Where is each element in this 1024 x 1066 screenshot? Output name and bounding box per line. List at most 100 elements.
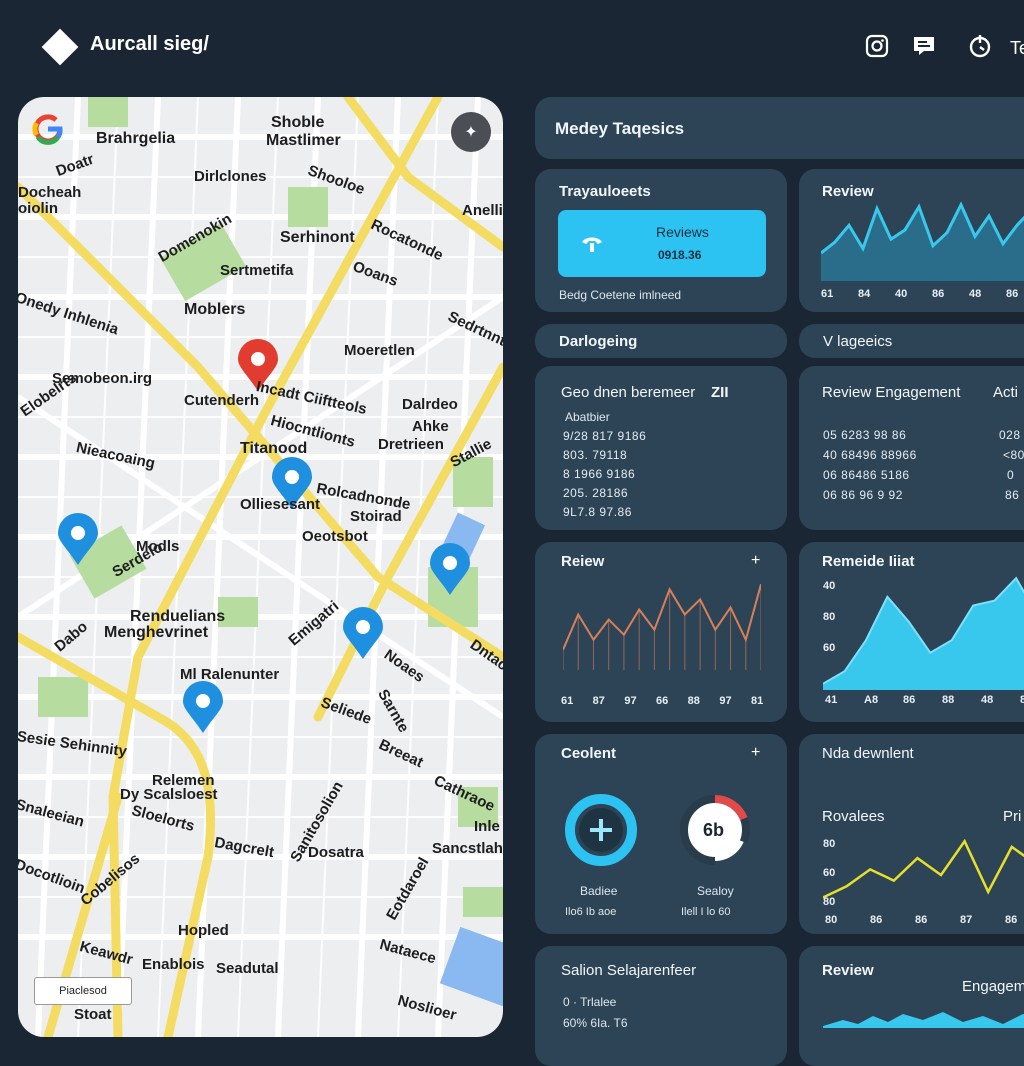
add-icon[interactable]: + <box>751 744 760 762</box>
map-label: Anellil <box>462 203 503 219</box>
darlogeing-label: Darlogeing <box>559 333 637 350</box>
remeide-title: Remeide Iiiat <box>822 553 915 570</box>
x-tick-label: 86 <box>915 914 927 926</box>
app-title: Aurcall sieg/ <box>90 33 209 56</box>
y-tick-label: 60 <box>823 867 835 879</box>
review-bottom-title: Review <box>822 962 874 979</box>
map-label: Stoat <box>74 1007 112 1023</box>
map-pin-blue-icon[interactable] <box>183 681 223 733</box>
map-label: Moblers <box>184 302 245 318</box>
v-lageeics-tab[interactable]: V lageeics <box>799 324 1024 358</box>
salion-row: 0 · Trlalee <box>563 995 616 1009</box>
review-mid-title: Reiew <box>561 553 604 570</box>
map-pin-blue-icon[interactable] <box>343 607 383 659</box>
compass-button[interactable]: ✦ <box>451 112 491 152</box>
reviews-button[interactable]: Reviews 0918.36 <box>558 210 766 277</box>
reviews-button-label: Reviews <box>656 224 709 240</box>
v-lageeics-label: V lageeics <box>823 333 892 350</box>
map-scale-label: Piaclesod <box>34 977 132 1005</box>
ceolent-title: Ceolent <box>561 745 616 762</box>
remeide-chart <box>823 572 1024 690</box>
map-label: Dalrdeo <box>402 397 458 413</box>
map-view[interactable]: ✦ Shoble Mastlimer Brahrgelia Dirlclones… <box>18 97 503 1037</box>
diamond-logo-icon <box>42 29 79 66</box>
map-pin-blue-icon[interactable] <box>430 543 470 595</box>
map-label: Dirlclones <box>194 169 267 185</box>
chart-line <box>563 584 761 650</box>
google-logo-icon <box>30 111 66 147</box>
nda-panel: Nda dewnlent Rovalees Pri 80608080868687… <box>799 734 1024 934</box>
y-tick-label: 60 <box>823 642 835 654</box>
left-ring-value: Ilo6 Ib aoe <box>565 906 616 918</box>
x-tick-label: 48 <box>969 288 981 300</box>
nda-sub: Rovalees <box>822 808 885 825</box>
x-tick-label: 41 <box>825 694 837 706</box>
review-top-title: Review <box>822 183 874 200</box>
map-label: Titanood <box>240 441 307 457</box>
x-tick-label: 97 <box>719 695 731 707</box>
x-tick-label: 81 <box>751 695 763 707</box>
x-tick-label: 61 <box>821 288 833 300</box>
map-label: Menghevrinet <box>104 625 208 641</box>
traffic-caption: Bedg Coetene imlneed <box>559 288 681 302</box>
add-icon[interactable]: + <box>751 552 760 570</box>
x-tick-label: 48 <box>981 694 993 706</box>
review-bottom-panel: Review Engagem <box>799 946 1024 1066</box>
x-tick-label: 40 <box>895 288 907 300</box>
darlogeing-tab[interactable]: Darlogeing <box>535 324 787 358</box>
instagram-icon[interactable] <box>865 34 889 58</box>
map-label: Mastlimer <box>266 133 341 149</box>
geo-row: 8 1966 9186 <box>563 467 635 481</box>
geo-panel: Geo dnen beremeer ZII Abatbier 9/28 817 … <box>535 366 787 530</box>
map-label: Ahke <box>412 419 449 435</box>
review-mid-chart <box>563 580 761 670</box>
engagement-side: 0 <box>1007 468 1014 482</box>
x-tick-label: 88 <box>688 695 700 707</box>
geo-row: 9L7.8 97.86 <box>563 505 632 519</box>
chart-area <box>823 578 1024 690</box>
traffic-title: Trayauloeets <box>559 183 651 200</box>
map-pin-blue-icon[interactable] <box>58 513 98 565</box>
map-label: Sertmetifa <box>220 263 293 279</box>
x-tick-label: 61 <box>561 695 573 707</box>
map-label: Sancstlahn <box>432 841 503 857</box>
review-bottom-chart <box>823 1008 1024 1028</box>
review-mid-panel: Reiew + 61879766889781 <box>535 542 787 722</box>
phone-icon <box>580 234 604 254</box>
x-tick-label: 84 <box>858 288 870 300</box>
header-trailing-text: Te <box>1010 38 1024 59</box>
map-label: Dy Scalsloest <box>120 787 218 803</box>
left-ring-label: Badiee <box>580 884 617 898</box>
engagement-row: 06 86 96 9 92 <box>823 488 903 502</box>
power-clock-icon[interactable] <box>968 34 992 58</box>
map-label: Enablois <box>142 957 205 973</box>
map-label: oiolin <box>18 201 58 217</box>
x-tick-label: 86 <box>932 288 944 300</box>
salion-row: 60% 6Ia. T6 <box>563 1016 628 1030</box>
geo-row: 803. 79118 <box>563 448 627 462</box>
geo-subtitle: Abatbier <box>565 410 610 424</box>
review-engagement-title: Review Engagement <box>822 384 960 401</box>
engagement-side: <80 <box>1003 448 1024 462</box>
geo-row: 205. 28186 <box>563 486 628 500</box>
map-label: Dosatra <box>308 845 364 861</box>
map-label: Olliesesant <box>240 497 320 513</box>
geo-title: Geo dnen beremeer <box>561 384 695 401</box>
chat-icon[interactable] <box>912 34 936 58</box>
x-tick-label: 87 <box>960 914 972 926</box>
map-label: Serhinont <box>280 230 355 246</box>
remeide-panel: Remeide Iiiat 40806041A886884886 <box>799 542 1024 722</box>
salion-panel: Salion Selajarenfeer 0 · Trlalee 60% 6Ia… <box>535 946 787 1066</box>
right-ring-center: 6b <box>703 820 724 841</box>
x-tick-label: A8 <box>864 694 878 706</box>
x-tick-label: 87 <box>593 695 605 707</box>
review-top-chart <box>821 201 1024 281</box>
geo-row: 9/28 817 9186 <box>563 429 646 443</box>
dashboard-title: Medey Taqesics <box>555 119 684 139</box>
salion-title: Salion Selajarenfeer <box>561 962 696 979</box>
review-engagement-panel: Review Engagement Acti 05 6283 98 86 40 … <box>799 366 1024 530</box>
nda-chart <box>823 830 1024 920</box>
top-bar: Aurcall sieg/ Te <box>0 0 1024 92</box>
y-tick-label: 80 <box>823 896 835 908</box>
reviews-button-value: 0918.36 <box>658 248 701 262</box>
